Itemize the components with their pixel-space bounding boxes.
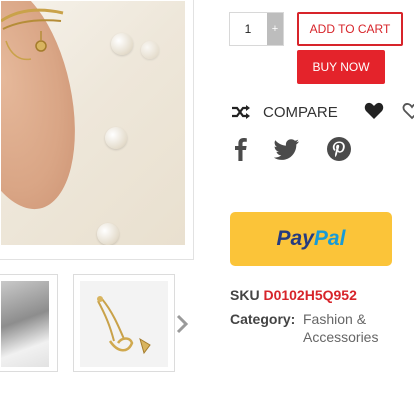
buy-now-button[interactable]: BUY NOW [297, 50, 385, 84]
quantity-stepper[interactable]: 1 + [229, 12, 284, 46]
shirt-button [105, 127, 127, 149]
main-product-image-frame [0, 0, 194, 260]
twitter-icon[interactable] [273, 136, 300, 162]
category-row: Category: Fashion & Accessories [230, 310, 378, 345]
paypal-pal-text: Pal [313, 227, 346, 250]
shuffle-icon [232, 105, 250, 119]
sku-label: SKU [230, 287, 260, 303]
heart-outline-icon[interactable] [402, 102, 414, 122]
sku-value: D0102H5Q952 [263, 287, 357, 303]
main-product-image[interactable] [1, 1, 185, 245]
shirt-button [97, 223, 119, 245]
category-label: Category: [230, 311, 296, 327]
add-to-cart-button[interactable]: ADD TO CART [297, 12, 403, 46]
quantity-plus-button[interactable]: + [267, 13, 283, 45]
bracelet-icon [1, 8, 64, 61]
quantity-input[interactable]: 1 [230, 13, 266, 45]
facebook-icon[interactable] [228, 136, 254, 162]
paypal-button[interactable]: PayPal [230, 212, 392, 266]
shirt-button [141, 41, 159, 59]
paypal-pay-text: Pay [276, 227, 314, 250]
shirt-button [111, 33, 133, 55]
thumbnail-1[interactable] [0, 274, 58, 372]
thumbnail-photo-icon [1, 281, 49, 367]
compare-link[interactable]: COMPARE [231, 100, 338, 124]
thumbnail-bracelet-icon [80, 281, 168, 367]
thumbnail-2[interactable] [73, 274, 175, 372]
category-link[interactable]: Fashion & Accessories [303, 310, 403, 346]
compare-label: COMPARE [263, 103, 338, 121]
sku-row: SKU D0102H5Q952 [230, 287, 357, 303]
wishlist-heart-icon[interactable] [364, 102, 384, 122]
pinterest-icon[interactable] [326, 136, 352, 162]
thumbnail-next-icon[interactable] [174, 312, 190, 336]
